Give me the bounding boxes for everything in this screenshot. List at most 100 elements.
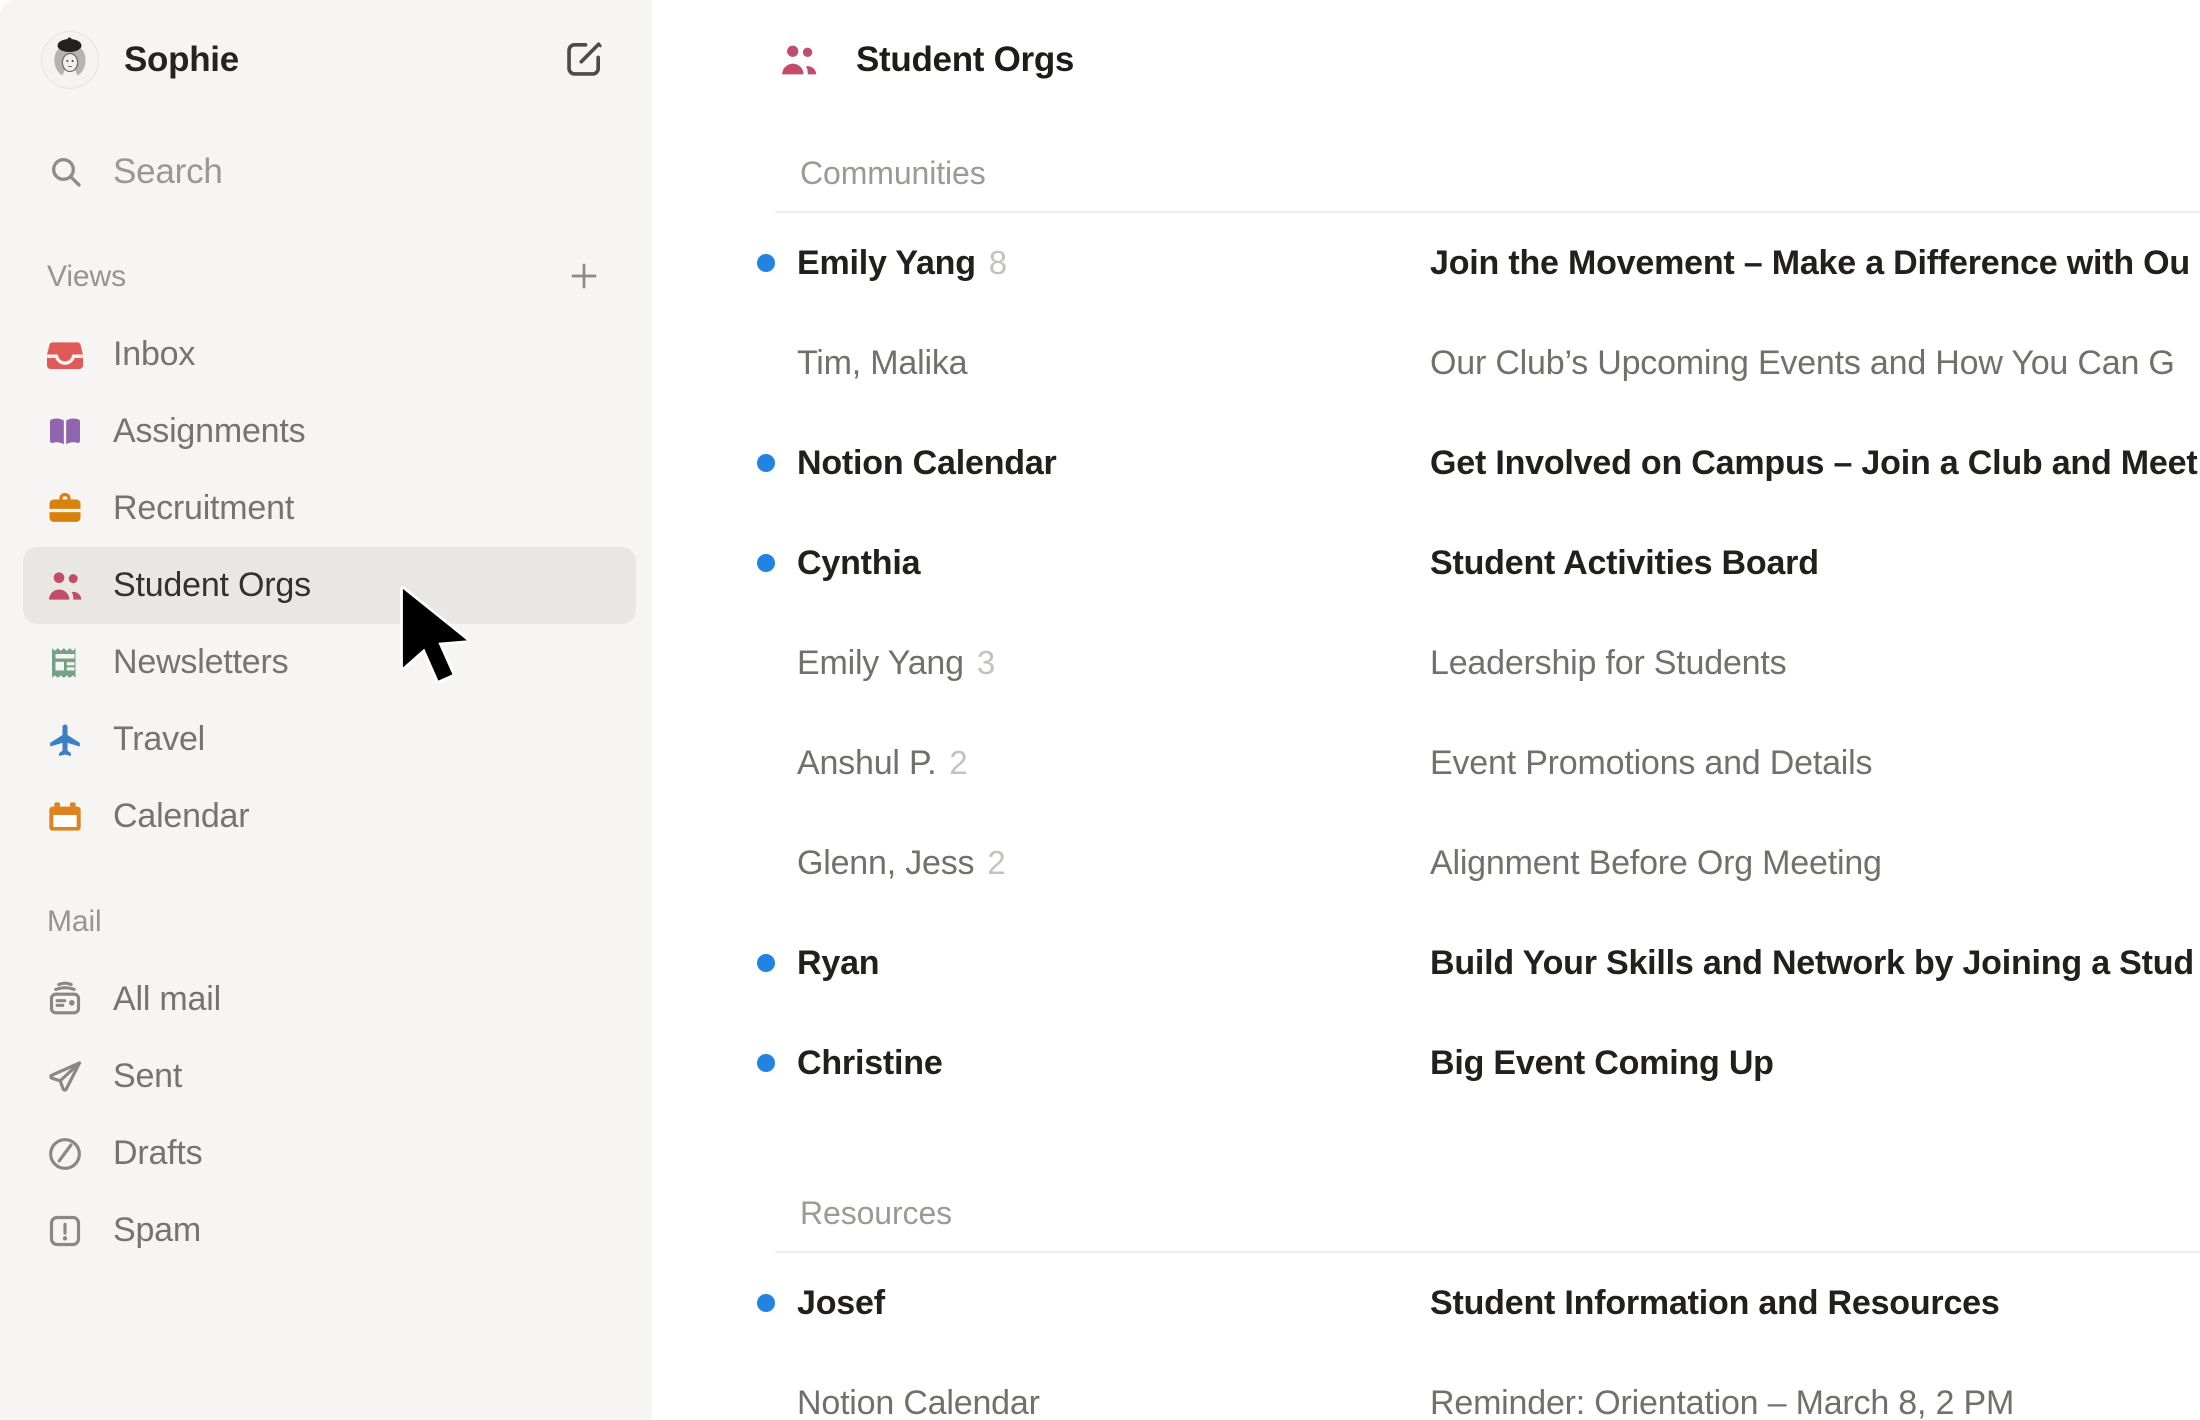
mail-sender: Anshul P.2	[797, 744, 1430, 783]
mail-sender: Christine	[797, 1044, 1430, 1083]
sidebar-item-label: Drafts	[113, 1134, 202, 1173]
views-section-header: Views	[0, 249, 652, 305]
book-icon	[45, 412, 85, 452]
mail-sender: Notion Calendar	[797, 1384, 1430, 1420]
thread-count: 3	[977, 644, 995, 682]
sidebar: Sophie Search Views	[0, 0, 652, 1420]
sidebar-item-label: All mail	[113, 980, 221, 1019]
mail-list: All mail Sent	[0, 961, 652, 1269]
mail-label: Mail	[47, 905, 102, 939]
unread-dot	[757, 1294, 775, 1312]
sidebar-item-label: Newsletters	[113, 643, 288, 682]
inbox-icon	[45, 335, 85, 375]
unread-dot	[757, 954, 775, 972]
mail-list-item[interactable]: Josef Student Information and Resources	[652, 1253, 2200, 1353]
mail-list-item[interactable]: Tim, Malika Our Club’s Upcoming Events a…	[652, 313, 2200, 413]
mail-list-item[interactable]: Emily Yang3 Leadership for Students	[652, 613, 2200, 713]
thread-count: 8	[989, 244, 1007, 282]
mail-section-header: Mail	[0, 894, 652, 950]
mail-sender: Emily Yang8	[797, 244, 1430, 283]
mail-sender: Notion Calendar	[797, 444, 1430, 483]
sidebar-item-label: Recruitment	[113, 489, 294, 528]
views-list: Inbox Assignments	[0, 316, 652, 855]
spam-icon	[45, 1211, 85, 1251]
mail-list-panel: Student Orgs Communities Emily Yang8 Joi…	[652, 0, 2200, 1420]
mail-subject: Alignment Before Org Meeting	[1430, 844, 2200, 883]
sidebar-item-label: Assignments	[113, 412, 305, 451]
sidebar-item-label: Travel	[113, 720, 205, 759]
search-label: Search	[113, 152, 223, 192]
sidebar-item-label: Calendar	[113, 797, 249, 836]
mail-subject: Leadership for Students	[1430, 644, 2200, 683]
newsletter-icon	[45, 643, 85, 683]
sidebar-item-sent[interactable]: Sent	[23, 1038, 636, 1115]
calendar-icon	[45, 797, 85, 837]
mail-subject: Get Involved on Campus – Join a Club and…	[1430, 444, 2200, 483]
page-title: Student Orgs	[856, 40, 1074, 80]
all-mail-icon	[45, 980, 85, 1020]
section-header-communities: Communities	[652, 145, 2200, 201]
mail-subject: Big Event Coming Up	[1430, 1044, 2200, 1083]
sidebar-item-label: Sent	[113, 1057, 182, 1096]
plus-icon	[565, 257, 603, 298]
compose-icon	[561, 36, 607, 85]
mail-list-item[interactable]: Ryan Build Your Skills and Network by Jo…	[652, 913, 2200, 1013]
thread-count: 2	[987, 844, 1005, 882]
sidebar-item-all-mail[interactable]: All mail	[23, 961, 636, 1038]
mail-subject: Event Promotions and Details	[1430, 744, 2200, 783]
mail-sender: Tim, Malika	[797, 344, 1430, 383]
sidebar-item-student-orgs[interactable]: Student Orgs	[23, 547, 636, 624]
mail-list-item[interactable]: Notion Calendar Get Involved on Campus –…	[652, 413, 2200, 513]
unread-dot	[757, 554, 775, 572]
sidebar-item-label: Student Orgs	[113, 566, 311, 605]
sidebar-item-label: Spam	[113, 1211, 201, 1250]
briefcase-icon	[45, 489, 85, 529]
people-icon	[778, 39, 820, 81]
unread-dot	[757, 454, 775, 472]
mail-list-item[interactable]: Cynthia Student Activities Board	[652, 513, 2200, 613]
mail-subject: Join the Movement – Make a Difference wi…	[1430, 244, 2200, 283]
views-label: Views	[47, 260, 126, 294]
sidebar-item-inbox[interactable]: Inbox	[23, 316, 636, 393]
mail-subject: Student Activities Board	[1430, 544, 2200, 583]
app-window: Sophie Search Views	[0, 0, 2200, 1420]
people-icon	[45, 566, 85, 606]
user-name: Sophie	[124, 40, 239, 80]
avatar[interactable]	[42, 32, 98, 88]
sidebar-item-spam[interactable]: Spam	[23, 1192, 636, 1269]
mail-list-item[interactable]: Christine Big Event Coming Up	[652, 1013, 2200, 1113]
unread-dot	[757, 254, 775, 272]
mail-sender: Emily Yang3	[797, 644, 1430, 683]
mail-list-item[interactable]: Notion Calendar Reminder: Orientation – …	[652, 1353, 2200, 1420]
airplane-icon	[45, 720, 85, 760]
search-icon	[47, 153, 85, 191]
mail-list-item[interactable]: Glenn, Jess2 Alignment Before Org Meetin…	[652, 813, 2200, 913]
search-row[interactable]: Search	[0, 142, 652, 202]
mail-sender: Ryan	[797, 944, 1430, 983]
sidebar-item-assignments[interactable]: Assignments	[23, 393, 636, 470]
add-view-button[interactable]	[564, 257, 604, 297]
mail-subject: Reminder: Orientation – March 8, 2 PM	[1430, 1384, 2200, 1420]
account-row: Sophie	[0, 30, 652, 90]
thread-count: 2	[949, 744, 967, 782]
mail-subject: Our Club’s Upcoming Events and How You C…	[1430, 344, 2200, 383]
sidebar-item-newsletters[interactable]: Newsletters	[23, 624, 636, 701]
sidebar-item-calendar[interactable]: Calendar	[23, 778, 636, 855]
sent-icon	[45, 1057, 85, 1097]
view-header: Student Orgs	[652, 0, 2200, 120]
mail-sender: Cynthia	[797, 544, 1430, 583]
mail-list-item[interactable]: Anshul P.2 Event Promotions and Details	[652, 713, 2200, 813]
mail-sender: Josef	[797, 1284, 1430, 1323]
compose-button[interactable]	[560, 36, 608, 84]
drafts-icon	[45, 1134, 85, 1174]
mail-sender: Glenn, Jess2	[797, 844, 1430, 883]
unread-dot	[757, 1054, 775, 1072]
mail-list-item[interactable]: Emily Yang8 Join the Movement – Make a D…	[652, 213, 2200, 313]
mail-subject: Build Your Skills and Network by Joining…	[1430, 944, 2200, 983]
section-header-resources: Resources	[652, 1185, 2200, 1241]
sidebar-item-travel[interactable]: Travel	[23, 701, 636, 778]
mail-subject: Student Information and Resources	[1430, 1284, 2200, 1323]
sidebar-item-label: Inbox	[113, 335, 195, 374]
sidebar-item-drafts[interactable]: Drafts	[23, 1115, 636, 1192]
sidebar-item-recruitment[interactable]: Recruitment	[23, 470, 636, 547]
